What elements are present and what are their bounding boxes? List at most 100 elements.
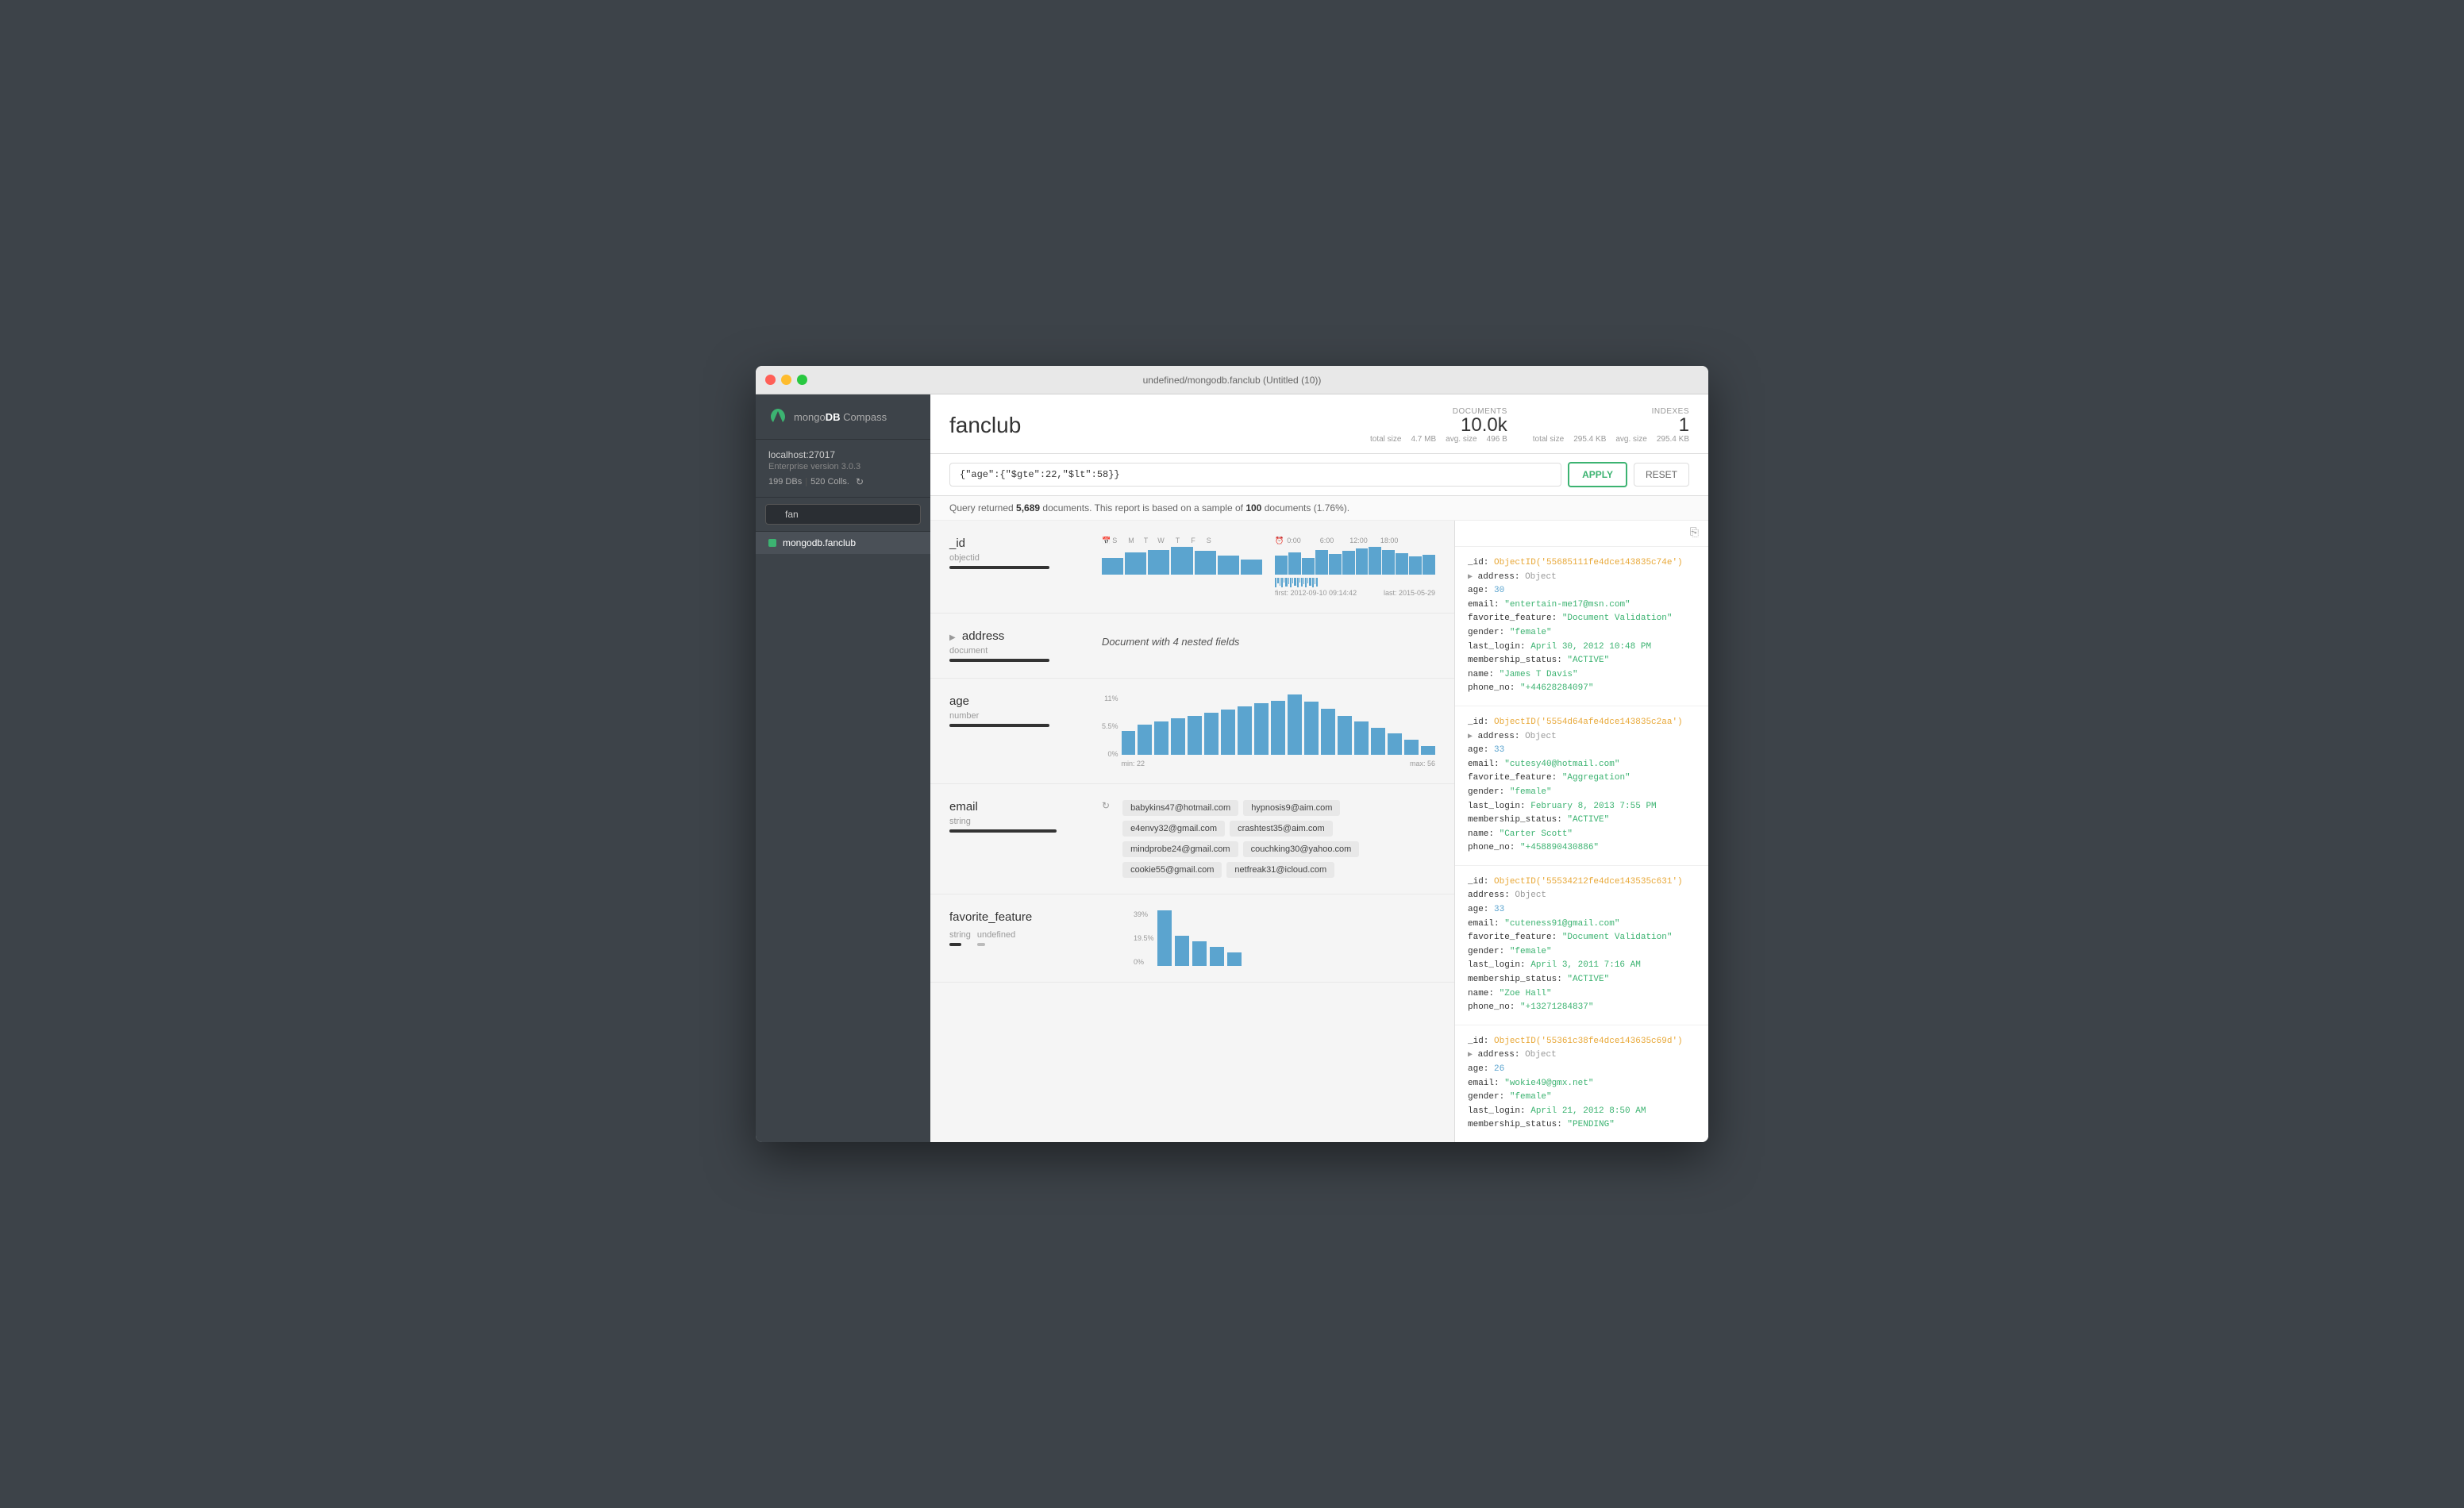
id-first-date: first: 2012-09-10 09:14:42: [1275, 589, 1357, 597]
email-tag-4: crashtest35@aim.com: [1230, 821, 1333, 837]
doc2-expand[interactable]: ▶: [1468, 733, 1473, 741]
field-age-bar-fill: [949, 724, 1049, 727]
doc3-phone: phone_no: "+13271284837": [1468, 1001, 1696, 1015]
doc3-gender: gender: "female": [1468, 945, 1696, 960]
idx-total-label: total size: [1533, 435, 1564, 444]
doc3-age: age: 33: [1468, 903, 1696, 917]
doc4-age: age: 26: [1468, 1063, 1696, 1077]
sidebar-connection: localhost:27017 Enterprise version 3.0.3…: [756, 440, 930, 498]
age-bar-19: [1421, 746, 1435, 755]
age-bar-12: [1304, 702, 1319, 755]
field-address-meta: ▶ address document: [949, 629, 1092, 662]
age-y-labels: 11% 5.5% 0%: [1102, 694, 1122, 758]
close-button[interactable]: [765, 375, 776, 385]
feat-bar-2: [1175, 936, 1189, 967]
doc4-gender: gender: "female": [1468, 1091, 1696, 1105]
field-id-viz: 📅 S M T W T F S: [1102, 537, 1435, 597]
documents-stat: DOCUMENTS 10.0k total size 4.7 MB avg. s…: [1370, 407, 1507, 444]
copy-icon[interactable]: ⎘: [1690, 527, 1699, 540]
query-input[interactable]: [949, 463, 1561, 487]
doc-entry-1: _id: ObjectID('55685111fe4dce143835c74e'…: [1455, 547, 1708, 706]
field-fav-type2: undefined: [977, 930, 1015, 940]
app-body: mongoDB Compass localhost:27017 Enterpri…: [756, 394, 1708, 1142]
content-area: _id objectid 📅: [930, 521, 1708, 1142]
doc1-id-val: ObjectID('55685111fe4dce143835c74e'): [1494, 558, 1683, 567]
field-fav-name: favorite_feature: [949, 910, 1124, 924]
field-age-meta: age number: [949, 694, 1092, 727]
logo-icon: [768, 407, 787, 426]
reset-button[interactable]: RESET: [1634, 463, 1689, 487]
id-date-labels: first: 2012-09-10 09:14:42 last: 2015-05…: [1275, 589, 1435, 597]
age-bar-1: [1122, 731, 1136, 755]
email-tag-2: hypnosis9@aim.com: [1243, 800, 1340, 816]
result-count: 5,689: [1016, 502, 1040, 514]
documents-count: 10.0k: [1370, 416, 1507, 435]
time-bar: [1329, 554, 1342, 575]
doc1-login: last_login: April 30, 2012 10:48 PM: [1468, 641, 1696, 655]
idx-avg-label: avg. size: [1615, 435, 1646, 444]
field-address: ▶ address document Document with 4 neste…: [930, 614, 1454, 679]
time-label-12: 12:00: [1349, 537, 1368, 545]
apply-button[interactable]: APPLY: [1568, 462, 1627, 487]
field-fav-bar1: [949, 943, 971, 946]
fav-y-wrap: 39% 19.5% 0%: [1134, 910, 1435, 966]
refresh-icon[interactable]: ↻: [856, 476, 864, 487]
minimize-button[interactable]: [781, 375, 791, 385]
id-ticks: [1275, 578, 1435, 587]
maximize-button[interactable]: [797, 375, 807, 385]
field-id-header: _id objectid 📅: [949, 537, 1435, 597]
header-top: fanclub DOCUMENTS 10.0k total size 4.7 M…: [949, 407, 1689, 444]
doc1-name: name: "James T Davis": [1468, 668, 1696, 683]
indexes-sub: total size 295.4 KB avg. size 295.4 KB: [1533, 435, 1689, 444]
doc3-id: _id: ObjectID('55534212fe4dce143535c631'…: [1468, 875, 1696, 890]
fav-y-labels: 39% 19.5% 0%: [1134, 910, 1154, 966]
sample-count: 100: [1245, 502, 1261, 514]
time-bar: [1342, 551, 1355, 575]
age-bar-17: [1388, 733, 1402, 755]
doc1-id: _id: ObjectID('55685111fe4dce143835c74e'…: [1468, 556, 1696, 571]
field-email-meta: email string: [949, 800, 1092, 833]
field-address-type: document: [949, 646, 1092, 656]
day-bar: [1125, 552, 1146, 575]
expand-icon[interactable]: ▶: [949, 633, 956, 642]
age-bar-15: [1354, 721, 1369, 755]
doc1-email: email: "entertain-me17@msn.com": [1468, 598, 1696, 613]
age-y-mid: 5.5%: [1102, 722, 1118, 730]
fav-y-bot: 0%: [1134, 958, 1154, 966]
age-bar-8: [1238, 706, 1252, 755]
time-bar: [1369, 547, 1381, 575]
day-label-s: S: [1112, 537, 1117, 545]
age-bar-3: [1154, 721, 1168, 755]
doc-entry-2: _id: ObjectID('5554d64afe4dce143835c2aa'…: [1455, 706, 1708, 866]
email-refresh-icon[interactable]: ↻: [1102, 800, 1110, 811]
field-fav-type1: string: [949, 930, 971, 940]
fav-y-top: 39%: [1134, 910, 1154, 918]
field-fav-meta: favorite_feature string: [949, 910, 1124, 946]
age-bar-10: [1271, 701, 1285, 755]
search-input[interactable]: [765, 504, 921, 525]
age-bar-11: [1288, 694, 1302, 755]
field-fav-bar2: [977, 943, 1015, 946]
field-age-header: age number 11% 5.5%: [949, 694, 1435, 767]
documents-sub: total size 4.7 MB avg. size 496 B: [1370, 435, 1507, 444]
sidebar: mongoDB Compass localhost:27017 Enterpri…: [756, 394, 930, 1142]
doc1-expand[interactable]: ▶: [1468, 573, 1473, 582]
collection-title: fanclub: [949, 413, 1021, 438]
id-tick-section: [1275, 578, 1435, 587]
feat-bars: [1157, 910, 1242, 966]
sidebar-search-section: 🔍: [756, 498, 930, 532]
doc1-gender: gender: "female": [1468, 626, 1696, 641]
sidebar-item-fanclub[interactable]: mongodb.fanclub: [756, 532, 930, 554]
age-bar-7: [1221, 710, 1235, 755]
email-tag-1: babykins47@hotmail.com: [1122, 800, 1238, 816]
email-tag-5: mindprobe24@gmail.com: [1122, 841, 1238, 857]
connection-version: Enterprise version 3.0.3: [768, 462, 918, 471]
field-id-name: _id: [949, 537, 1092, 550]
feat-bar-3: [1192, 941, 1207, 967]
titlebar: undefined/mongodb.fanclub (Untitled (10)…: [756, 366, 1708, 394]
sidebar-item-label: mongodb.fanclub: [783, 537, 856, 548]
doc4-expand[interactable]: ▶: [1468, 1051, 1473, 1060]
doc1-address: ▶ address: Object: [1468, 571, 1696, 585]
field-fav-bar1-fill: [949, 943, 961, 946]
age-bar-9: [1254, 703, 1269, 755]
